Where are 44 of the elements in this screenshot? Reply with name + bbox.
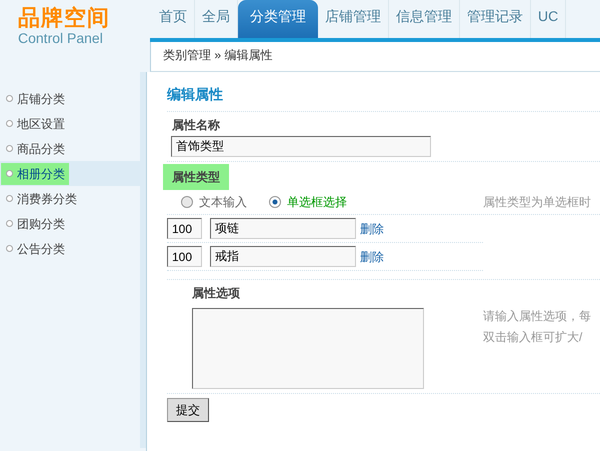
- field-label: 属性选项: [192, 286, 240, 300]
- bullet-icon: [6, 145, 13, 152]
- sidebar-item[interactable]: 相册分类: [1, 162, 69, 184]
- submit-button[interactable]: 提交: [167, 398, 209, 422]
- name-field[interactable]: 首饰类型: [171, 136, 431, 157]
- sidebar-item[interactable]: 商品分类: [1, 138, 69, 160]
- radio-label[interactable]: 文本输入: [199, 193, 247, 211]
- sidebar-item[interactable]: 消费券分类: [1, 188, 81, 210]
- sidebar-item[interactable]: 团购分类: [1, 212, 69, 234]
- delete-link[interactable]: 删除: [360, 248, 384, 266]
- radio-button[interactable]: [269, 196, 281, 208]
- bullet-icon: [6, 245, 13, 252]
- bullet-icon: [6, 120, 13, 127]
- breadcrumb-current: 编辑属性: [224, 48, 272, 62]
- nav-tab[interactable]: UC: [531, 0, 566, 38]
- radio-button[interactable]: [181, 196, 193, 208]
- bullet-icon: [6, 195, 13, 202]
- field-label: 属性名称: [172, 118, 220, 132]
- nav-tab[interactable]: 信息管理: [389, 0, 460, 38]
- option-name-field[interactable]: 项链: [210, 218, 356, 239]
- bullet-icon: [6, 95, 13, 102]
- hint-text: 属性类型为单选框时: [483, 194, 591, 211]
- logo-title: 品牌空间: [18, 6, 111, 30]
- field-label: 属性类型: [163, 164, 229, 190]
- hint-text: 请输入属性选项，每: [483, 308, 591, 325]
- breadcrumb-separator: »: [214, 48, 222, 62]
- order-field[interactable]: 100: [167, 218, 202, 239]
- sidebar-item[interactable]: 公告分类: [1, 238, 69, 260]
- page-title: 编辑属性: [167, 85, 224, 104]
- delete-link[interactable]: 删除: [360, 220, 384, 238]
- bullet-icon: [6, 220, 13, 227]
- sidebar-item[interactable]: 店铺分类: [1, 88, 69, 110]
- option-name-field[interactable]: 戒指: [210, 246, 356, 267]
- logo-subtitle: Control Panel: [18, 30, 104, 46]
- hint-text: 双击输入框可扩大/: [483, 329, 584, 346]
- order-field[interactable]: 100: [167, 246, 202, 267]
- options-textarea[interactable]: [192, 308, 424, 389]
- radio-label[interactable]: 单选框选择: [287, 193, 347, 211]
- nav-tab[interactable]: 管理记录: [460, 0, 531, 38]
- nav-tab[interactable]: 首页: [152, 0, 195, 38]
- nav-tab[interactable]: 分类管理: [238, 0, 318, 38]
- sidebar-item[interactable]: 地区设置: [1, 112, 69, 134]
- breadcrumb-link[interactable]: 类别管理: [163, 48, 211, 62]
- nav-tab[interactable]: 店铺管理: [318, 0, 389, 38]
